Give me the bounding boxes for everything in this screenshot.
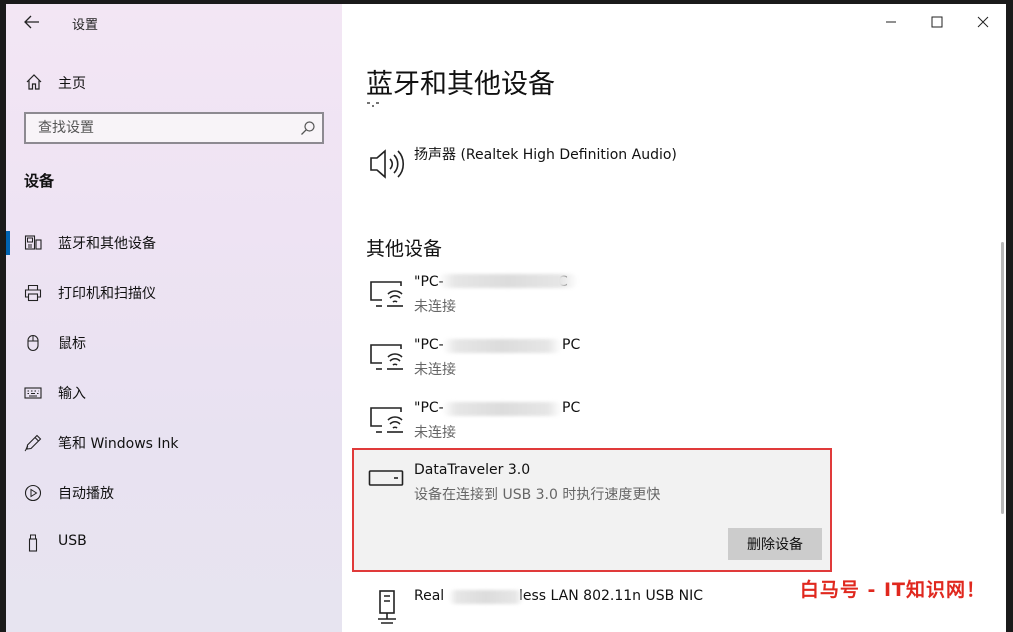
keyboard-icon [24, 387, 42, 399]
minimize-button[interactable] [868, 4, 914, 40]
scrollbar[interactable] [1001, 242, 1004, 514]
sidebar-item-usb[interactable]: USB [6, 518, 342, 568]
close-button[interactable] [960, 4, 1006, 40]
close-icon [977, 16, 989, 28]
device-name-start: "PC- [414, 337, 444, 353]
device-speaker[interactable]: 扬声器 (Realtek High Definition Audio) [366, 144, 836, 200]
home-icon [26, 74, 42, 90]
network-display-icon [370, 407, 403, 433]
device-name-start: "PC- [414, 400, 444, 416]
redaction-blur [442, 402, 562, 416]
redaction-blur [448, 590, 524, 604]
sidebar-item-autoplay[interactable]: 自动播放 [6, 468, 342, 518]
sidebar-item-label: USB [58, 533, 87, 549]
sidebar-item-home[interactable]: 主页 [6, 64, 342, 100]
sidebar-item-bluetooth[interactable]: 蓝牙和其他设备 [6, 218, 342, 268]
other-devices-heading: 其他设备 [366, 238, 443, 260]
content-pane: 蓝牙和其他设备 扬声器 (Realtek High Definition Aud… [342, 4, 1006, 632]
remove-device-button[interactable]: 删除设备 [728, 528, 822, 560]
network-adapter-icon [378, 590, 396, 624]
sidebar-item-label: 蓝牙和其他设备 [58, 236, 156, 252]
sidebar-item-label: 打印机和扫描仪 [58, 286, 156, 302]
cut-off-icon [367, 102, 379, 107]
usb-drive-icon [368, 470, 404, 486]
device-name-start: Real [414, 588, 445, 604]
home-label: 主页 [58, 76, 86, 92]
speaker-icon [370, 149, 405, 179]
search-box[interactable] [24, 112, 324, 144]
sidebar-item-label: 笔和 Windows Ink [58, 436, 179, 452]
redaction-blur [438, 274, 578, 288]
search-input[interactable] [26, 114, 288, 142]
device-status: 未连接 [414, 299, 456, 315]
sidebar-item-label: 鼠标 [58, 336, 86, 352]
sidebar-nav: 蓝牙和其他设备 打印机和扫描仪 鼠标 输入 笔和 Windows Ink 自动播… [6, 218, 342, 568]
minimize-icon [886, 21, 896, 23]
sidebar-item-label: 自动播放 [58, 486, 114, 502]
window-controls [868, 4, 1006, 40]
pen-icon [24, 434, 42, 452]
mouse-icon [27, 334, 39, 352]
maximize-button[interactable] [914, 4, 960, 40]
printer-icon [24, 284, 42, 302]
usb-icon [28, 534, 38, 552]
device-name-end: less LAN 802.11n USB NIC [519, 588, 704, 604]
device-status: 设备在连接到 USB 3.0 时执行速度更快 [414, 487, 661, 503]
device-name: DataTraveler 3.0 [414, 462, 531, 478]
back-arrow-icon [24, 15, 39, 29]
device-name: 扬声器 (Realtek High Definition Audio) [414, 147, 677, 163]
device-datatraveler[interactable]: DataTraveler 3.0 设备在连接到 USB 3.0 时执行速度更快 … [352, 448, 832, 572]
sidebar-item-pen[interactable]: 笔和 Windows Ink [6, 418, 342, 468]
back-button[interactable] [18, 10, 46, 34]
device-status: 未连接 [414, 362, 456, 378]
device-status: 未连接 [414, 425, 456, 441]
sidebar-item-mouse[interactable]: 鼠标 [6, 318, 342, 368]
sidebar-item-printers[interactable]: 打印机和扫描仪 [6, 268, 342, 318]
device-pc-1[interactable]: "PC- C 未连接 [366, 274, 836, 330]
sidebar-item-typing[interactable]: 输入 [6, 368, 342, 418]
section-title: 设备 [24, 172, 55, 190]
device-name-end: PC [562, 337, 581, 353]
network-display-icon [370, 344, 403, 370]
sidebar-item-label: 输入 [58, 386, 86, 402]
watermark-text: 白马号 - IT知识网！ [799, 579, 986, 601]
title-bar: 设置 [6, 4, 342, 40]
network-display-icon [370, 281, 403, 307]
page-title: 蓝牙和其他设备 [366, 69, 555, 100]
bluetooth-devices-icon [24, 235, 42, 250]
redaction-blur [442, 339, 562, 353]
settings-window: 设置 主页 设备 蓝牙和其他设备 [6, 4, 1006, 632]
search-icon[interactable] [300, 120, 316, 136]
app-title: 设置 [72, 18, 99, 33]
device-pc-2[interactable]: "PC- PC 未连接 [366, 337, 836, 393]
device-name-end: PC [562, 400, 581, 416]
device-wireless-nic[interactable]: Real less LAN 802.11n USB NIC [366, 588, 836, 632]
autoplay-icon [24, 484, 42, 502]
sidebar: 设置 主页 设备 蓝牙和其他设备 [6, 4, 342, 632]
maximize-icon [931, 16, 943, 28]
